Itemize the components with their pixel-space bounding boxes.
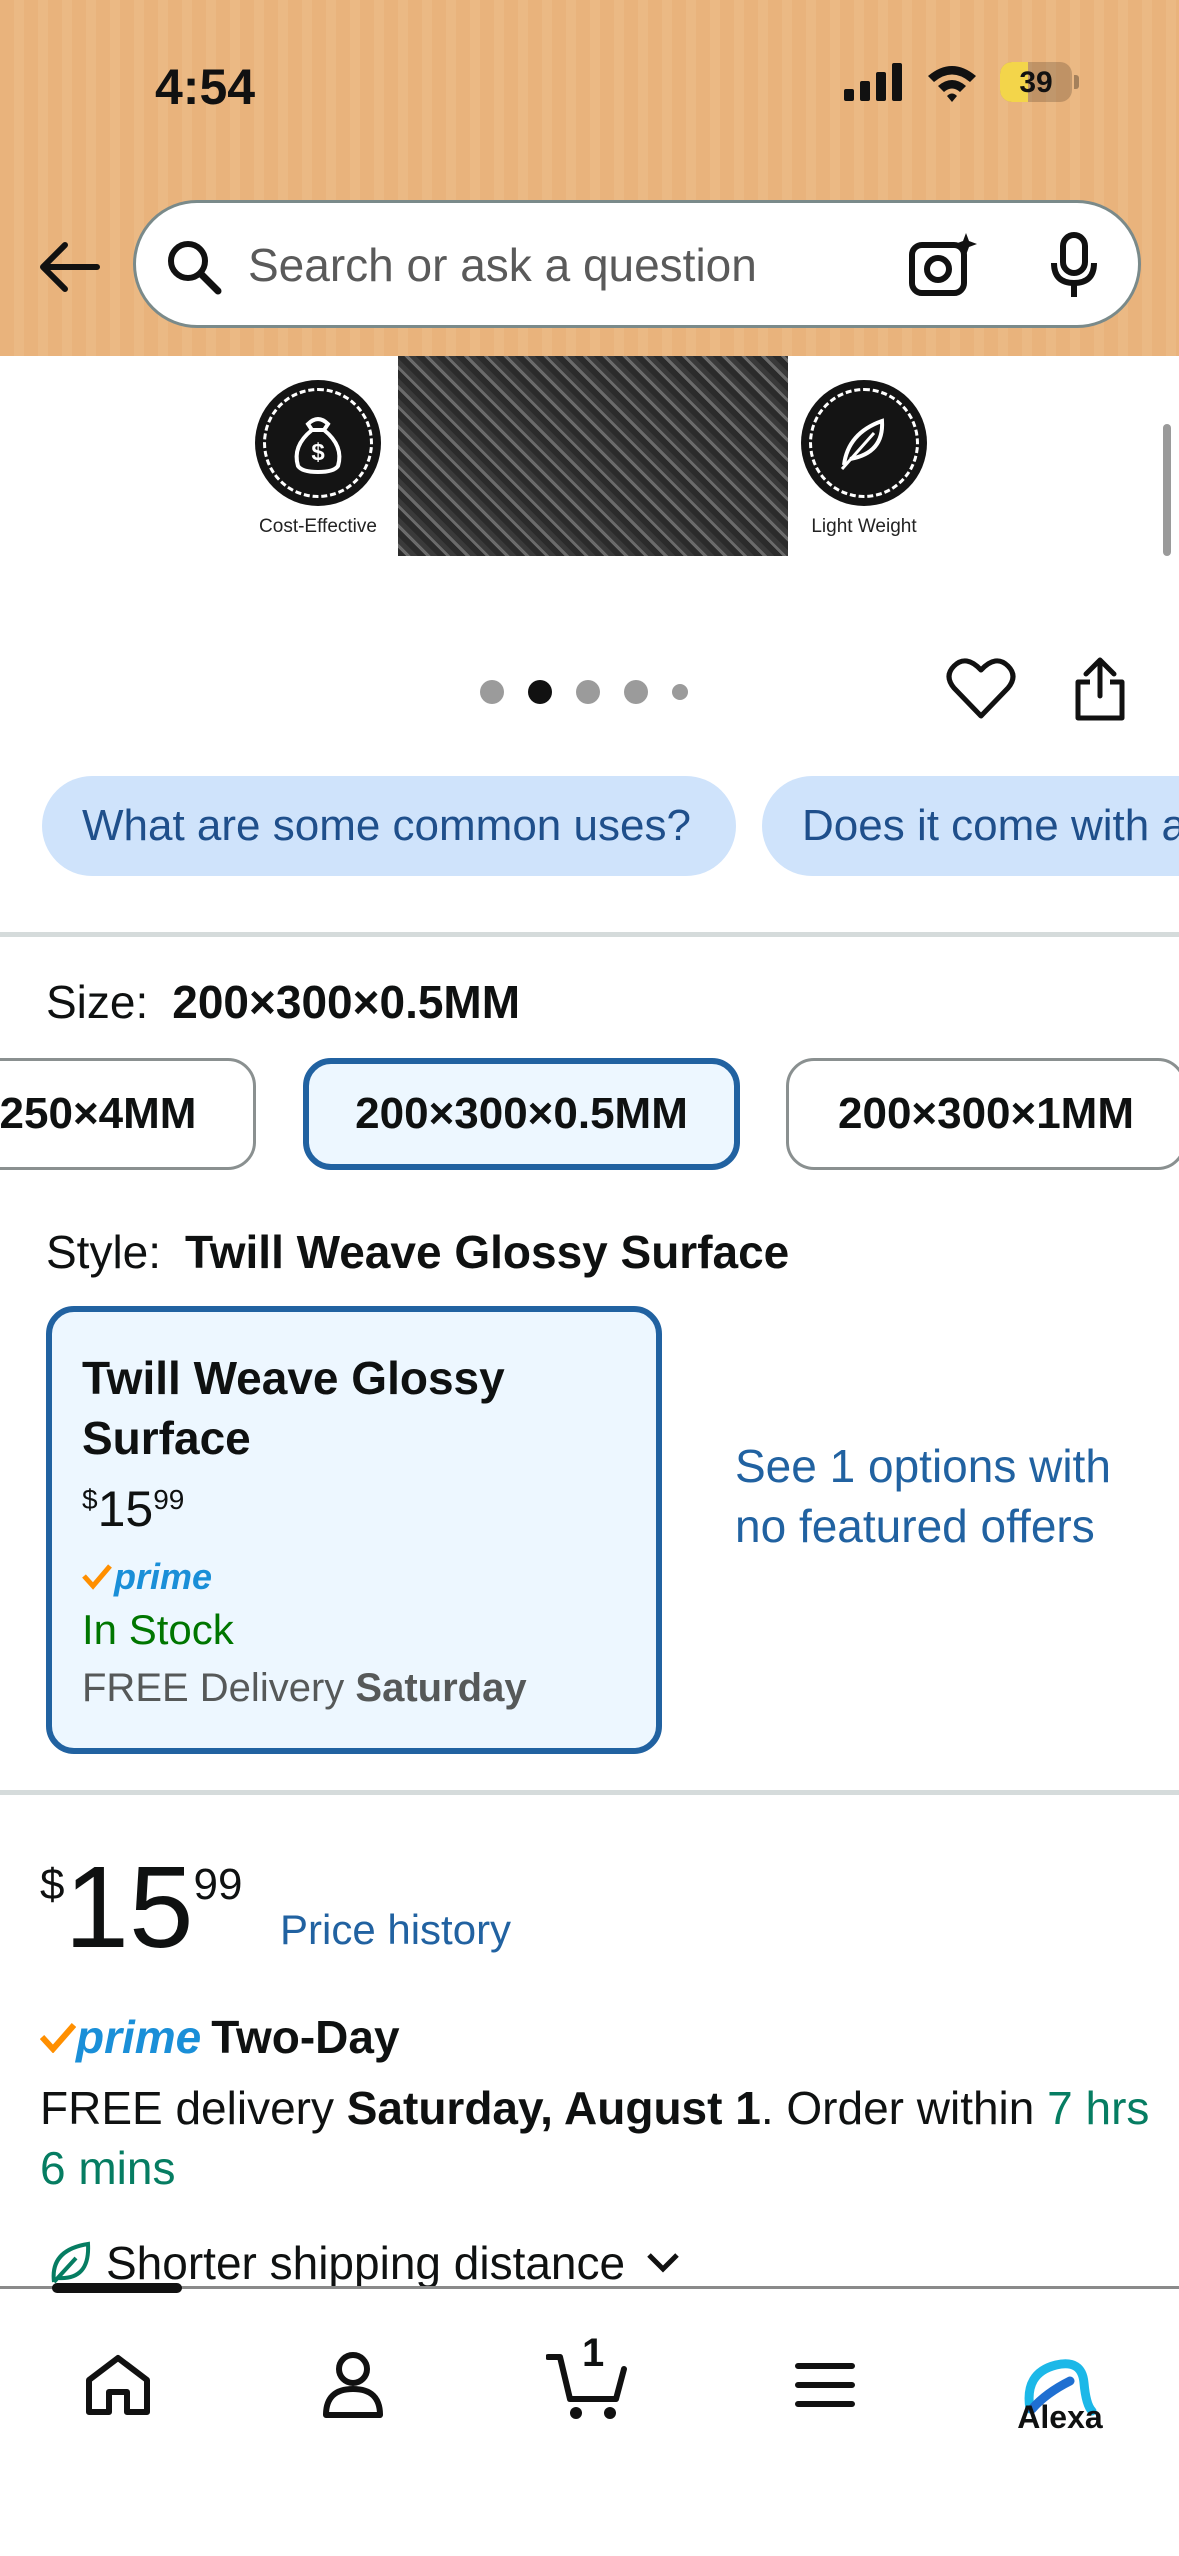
see-options-link[interactable]: See 1 options with no featured offers bbox=[735, 1436, 1135, 1556]
style-label: Style: Twill Weave Glossy Surface bbox=[46, 1225, 789, 1279]
hamburger-menu-icon bbox=[795, 2363, 855, 2407]
image-pagination[interactable] bbox=[480, 680, 688, 704]
pagination-dot[interactable] bbox=[480, 680, 504, 704]
camera-sparkle-icon bbox=[909, 233, 977, 296]
size-option-selected[interactable]: 200×300×0.5MM bbox=[303, 1058, 740, 1170]
price-symbol: $ bbox=[40, 1860, 65, 1909]
cart-count: 1 bbox=[582, 2331, 605, 2375]
prime-two-day: prime Two-Day bbox=[40, 2010, 400, 2064]
prime-text: prime bbox=[114, 1556, 213, 1597]
stock-status: In Stock bbox=[82, 1606, 234, 1653]
status-time: 4:54 bbox=[155, 59, 256, 115]
chevron-down-icon bbox=[647, 2253, 679, 2273]
price-display: $ 15 99 bbox=[40, 1842, 242, 1972]
camera-search-button[interactable] bbox=[906, 231, 978, 306]
section-divider bbox=[0, 1790, 1179, 1795]
price-fraction: 99 bbox=[153, 1484, 185, 1515]
share-button[interactable] bbox=[1072, 656, 1128, 727]
shorter-shipping-toggle[interactable]: Shorter shipping distance bbox=[48, 2236, 681, 2290]
nav-cart[interactable]: 1 bbox=[538, 2331, 638, 2435]
microphone-icon bbox=[1051, 232, 1097, 297]
prime-check-icon bbox=[82, 1564, 112, 1590]
size-label: Size: 200×300×0.5MM bbox=[46, 975, 520, 1029]
nav-account[interactable] bbox=[303, 2335, 403, 2435]
nav-menu[interactable] bbox=[775, 2335, 875, 2435]
prime-check-icon bbox=[40, 2023, 76, 2053]
shorter-shipping-text: Shorter shipping distance bbox=[106, 2237, 626, 2289]
delivery-message: FREE delivery Saturday, August 1. Order … bbox=[40, 2078, 1150, 2198]
heart-icon bbox=[946, 658, 1016, 719]
feather-icon bbox=[801, 380, 927, 506]
price-whole: 15 bbox=[97, 1481, 154, 1537]
battery-icon: 39 bbox=[1000, 62, 1079, 102]
section-divider bbox=[0, 932, 1179, 937]
prime-text: prime bbox=[76, 2011, 202, 2063]
delivery-date: Saturday, August 1 bbox=[346, 2082, 761, 2134]
shipping-speed: Two-Day bbox=[211, 2011, 400, 2063]
search-input[interactable] bbox=[248, 227, 1008, 303]
style-price: $1599 bbox=[82, 1480, 626, 1538]
feature-cost-effective: $ Cost-Effective bbox=[233, 380, 403, 538]
style-name: Twill Weave Glossy Surface bbox=[82, 1352, 505, 1464]
size-options: 250×4MM 200×300×0.5MM 200×300×1MM bbox=[0, 1058, 1179, 1174]
nav-home[interactable] bbox=[68, 2335, 168, 2435]
search-icon bbox=[168, 241, 222, 295]
size-option[interactable]: 250×4MM bbox=[0, 1058, 256, 1170]
size-label-text: Size: bbox=[46, 976, 149, 1028]
wifi-icon bbox=[928, 66, 976, 102]
share-icon bbox=[1075, 657, 1125, 721]
pagination-dot[interactable] bbox=[672, 684, 688, 700]
delivery-prefix: FREE Delivery bbox=[82, 1666, 345, 1710]
style-label-text: Style: bbox=[46, 1226, 162, 1278]
pagination-dot[interactable] bbox=[576, 680, 600, 704]
style-option-card-selected[interactable]: Twill Weave Glossy Surface $1599 prime I… bbox=[46, 1306, 662, 1754]
feature-light-weight: Light Weight bbox=[779, 380, 949, 538]
pagination-dot[interactable] bbox=[624, 680, 648, 704]
size-option[interactable]: 200×300×1MM bbox=[786, 1058, 1179, 1170]
arrow-left-icon bbox=[40, 242, 100, 292]
price-whole: 15 bbox=[64, 1842, 194, 1972]
nav-active-indicator bbox=[52, 2283, 182, 2293]
alexa-label: Alexa bbox=[1017, 2399, 1103, 2435]
battery-level: 39 bbox=[1019, 66, 1053, 99]
search-bar[interactable] bbox=[133, 200, 1141, 328]
size-selected-value: 200×300×0.5MM bbox=[172, 976, 521, 1028]
voice-search-button[interactable] bbox=[1046, 231, 1102, 306]
delivery-day: Saturday bbox=[355, 1666, 527, 1710]
carbon-fiber-sheet-image bbox=[398, 356, 788, 556]
price-fraction: 99 bbox=[193, 1860, 243, 1909]
product-image[interactable]: $ Cost-Effective Light Weight bbox=[0, 356, 1179, 576]
bottom-nav: 1 Alexa bbox=[0, 2283, 1179, 2556]
back-button[interactable] bbox=[34, 232, 104, 302]
question-chips: What are some common uses? Does it come … bbox=[42, 776, 1179, 876]
delivery-info: FREE Delivery Saturday bbox=[82, 1666, 626, 1711]
question-chip[interactable]: What are some common uses? bbox=[42, 776, 736, 876]
cellular-signal-icon bbox=[844, 63, 902, 101]
pagination-dot-active[interactable] bbox=[528, 680, 552, 704]
question-chip[interactable]: Does it come with a bbox=[762, 776, 1179, 876]
feature-label: Light Weight bbox=[811, 516, 917, 537]
person-icon bbox=[323, 2352, 383, 2418]
order-within-prefix: . Order within bbox=[760, 2082, 1035, 2134]
prime-badge: prime bbox=[82, 1556, 626, 1598]
home-icon bbox=[86, 2355, 150, 2415]
leaf-icon bbox=[51, 2241, 91, 2284]
feature-label: Cost-Effective bbox=[259, 516, 377, 537]
header: 4:54 39 bbox=[0, 0, 1179, 356]
style-selected-value: Twill Weave Glossy Surface bbox=[185, 1226, 790, 1278]
money-bag-icon: $ bbox=[255, 380, 381, 506]
add-to-list-button[interactable] bbox=[946, 656, 1016, 727]
status-icons: 39 bbox=[844, 62, 1079, 102]
delivery-prefix: FREE delivery bbox=[40, 2082, 334, 2134]
price-symbol: $ bbox=[82, 1484, 98, 1515]
price-history-link[interactable]: Price history bbox=[280, 1906, 511, 1954]
svg-text:$: $ bbox=[311, 439, 325, 466]
scroll-indicator bbox=[1163, 424, 1171, 556]
